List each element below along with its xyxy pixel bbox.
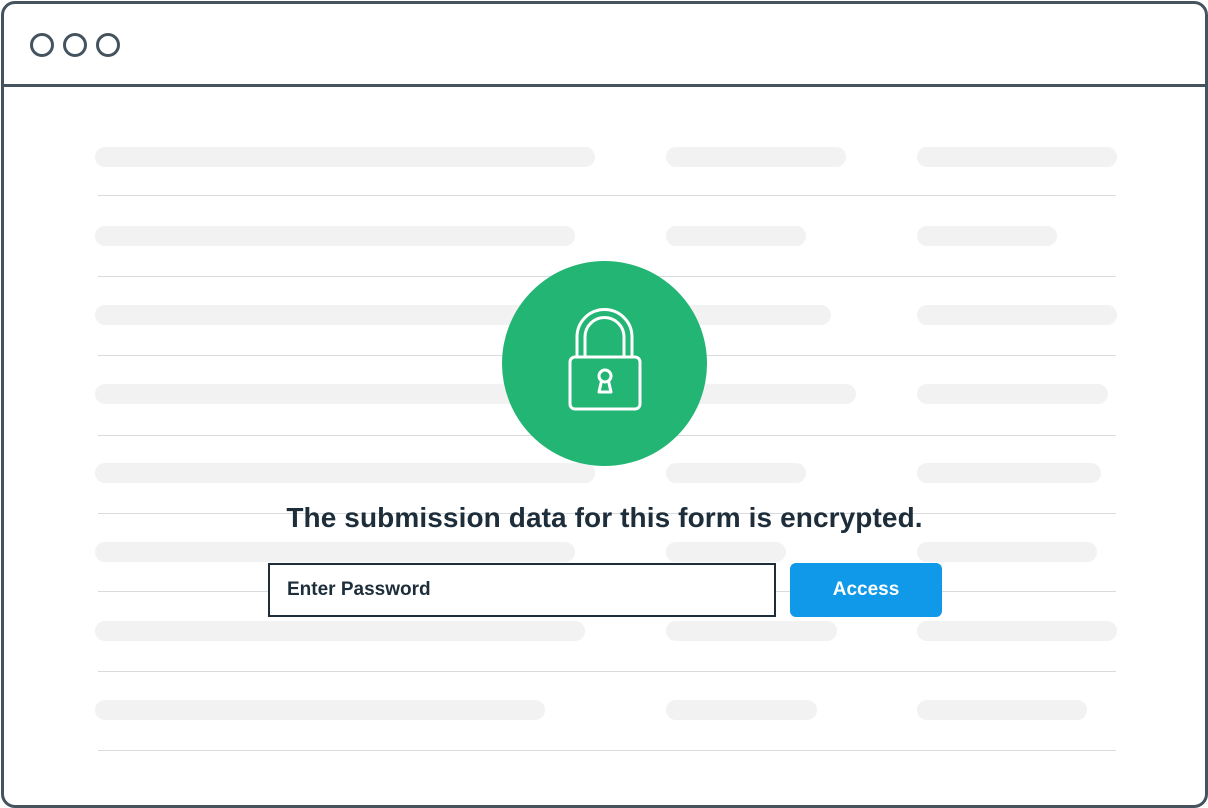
placeholder-bar: [917, 700, 1087, 720]
placeholder-bar: [666, 463, 806, 483]
placeholder-bar: [917, 305, 1117, 325]
row-divider: [98, 671, 1116, 672]
placeholder-bar: [666, 542, 786, 562]
placeholder-bar: [666, 226, 806, 246]
window-dot-icon: [96, 33, 120, 57]
window-titlebar: [4, 4, 1205, 87]
placeholder-bar: [95, 700, 545, 720]
placeholder-bar: [917, 226, 1057, 246]
encryption-message: The submission data for this form is enc…: [286, 502, 923, 533]
browser-window: The submission data for this form is enc…: [1, 1, 1208, 808]
placeholder-bar: [95, 226, 575, 246]
placeholder-bar: [666, 147, 846, 167]
placeholder-row: [95, 147, 1117, 227]
padlock-icon: [568, 308, 642, 411]
placeholder-row: [95, 621, 1117, 701]
password-input[interactable]: [268, 563, 776, 617]
row-divider: [98, 750, 1116, 751]
access-button[interactable]: Access: [790, 563, 942, 617]
window-dot-icon: [63, 33, 87, 57]
placeholder-bar: [95, 463, 595, 483]
placeholder-row: [95, 700, 1116, 780]
placeholder-bar: [917, 147, 1117, 167]
placeholder-bar: [917, 542, 1097, 562]
placeholder-bar: [95, 305, 535, 325]
placeholder-bar: [95, 147, 595, 167]
placeholder-bar: [917, 384, 1108, 404]
placeholder-bar: [666, 700, 817, 720]
placeholder-bar: [95, 384, 535, 404]
lock-badge: [502, 261, 707, 466]
window-dot-icon: [30, 33, 54, 57]
placeholder-bar: [95, 621, 585, 641]
placeholder-bar: [917, 621, 1117, 641]
row-divider: [98, 195, 1116, 196]
placeholder-bar: [917, 463, 1101, 483]
placeholder-bar: [666, 621, 837, 641]
placeholder-bar: [95, 542, 575, 562]
